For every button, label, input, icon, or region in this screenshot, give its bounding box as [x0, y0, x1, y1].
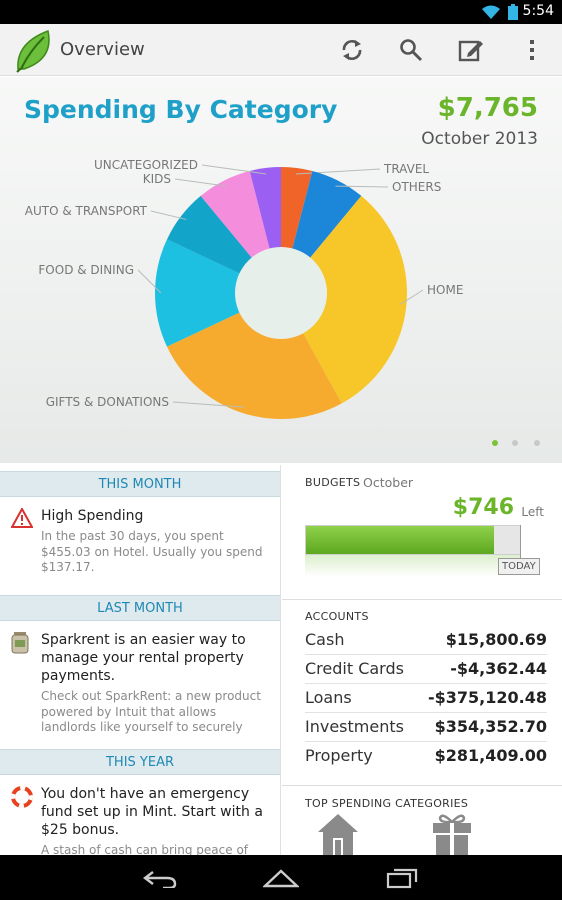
account-name: Loans — [305, 688, 352, 707]
pie-label: AUTO & TRANSPORT — [25, 204, 148, 218]
status-bar: 5:54 — [0, 0, 562, 24]
pie-label: OTHERS — [392, 180, 441, 194]
account-value: -$375,120.48 — [428, 688, 547, 707]
alert-title: You don't have an emergency fund set up … — [41, 786, 263, 838]
battery-icon — [508, 4, 518, 20]
gift-icon[interactable] — [432, 812, 472, 855]
account-row-property[interactable]: Property $281,409.00 — [305, 742, 547, 771]
donut-hole — [235, 247, 327, 339]
account-name: Investments — [305, 717, 404, 736]
pie-label: FOOD & DINING — [38, 263, 134, 277]
budget-progress-fill — [306, 526, 495, 554]
section-header-this-month: THIS MONTH — [0, 471, 280, 497]
status-time: 5:54 — [522, 3, 554, 19]
alert-body: Check out SparkRent: a new product power… — [41, 689, 261, 734]
refresh-button[interactable] — [336, 34, 368, 66]
budget-progress-bar[interactable] — [305, 525, 521, 555]
action-bar: Overview — [0, 24, 562, 76]
account-name: Cash — [305, 630, 345, 649]
section-header-this-year: THIS YEAR — [0, 749, 280, 775]
pie-leader-line — [174, 178, 227, 187]
back-button[interactable] — [140, 863, 180, 893]
budget-left-label: Left — [521, 505, 544, 519]
budgets-label: BUDGETS — [305, 476, 361, 489]
page-indicator-1 — [492, 440, 498, 446]
edit-button[interactable] — [455, 34, 487, 66]
budget-remaining-amount: $746 — [452, 495, 514, 520]
budget-bar-reflection — [305, 555, 521, 577]
home-button[interactable] — [261, 863, 301, 893]
pie-label: KIDS — [143, 172, 171, 186]
spending-donut-chart[interactable]: TRAVEL OTHERS HOME GIFTS & DONATIONS FOOD & … — [0, 77, 562, 463]
account-row-cash[interactable]: Cash $15,800.69 — [305, 626, 547, 655]
recent-apps-button[interactable] — [382, 863, 422, 893]
budgets-month: October — [363, 475, 414, 490]
page-indicator-3 — [534, 440, 540, 446]
top-spending-label: TOP SPENDING CATEGORIES — [305, 797, 469, 810]
overflow-menu-button[interactable] — [516, 34, 548, 66]
page-indicator-2 — [512, 440, 518, 446]
refresh-icon — [342, 39, 362, 61]
account-row-loans[interactable]: Loans -$375,120.48 — [305, 684, 547, 713]
alerts-feed[interactable]: THIS MONTH High Spending In the past 30 … — [0, 465, 281, 855]
pie-label: HOME — [427, 283, 463, 297]
summary-panel: BUDGETS October $746 Left TODAY ACCOUNTS… — [282, 465, 562, 855]
alert-body: In the past 30 days, you spent $455.03 o… — [41, 529, 263, 574]
alert-emergency-fund[interactable]: You don't have an emergency fund set up … — [0, 775, 280, 855]
recent-apps-icon — [386, 868, 418, 889]
divider — [282, 599, 562, 600]
money-jar-icon — [11, 632, 29, 654]
pie-label: TRAVEL — [383, 162, 429, 176]
alert-body: A stash of cash can bring peace of — [41, 843, 249, 855]
account-name: Property — [305, 746, 373, 765]
alert-high-spending[interactable]: High Spending In the past 30 days, you s… — [0, 497, 280, 595]
back-icon — [143, 871, 177, 888]
account-row-investments[interactable]: Investments $354,352.70 — [305, 713, 547, 742]
pie-leader-line — [150, 210, 187, 220]
alert-title: High Spending — [41, 508, 144, 524]
account-value: $281,409.00 — [434, 746, 547, 765]
nav-home-icon — [263, 869, 299, 888]
pie-label: GIFTS & DONATIONS — [46, 395, 169, 409]
wifi-icon — [482, 5, 500, 19]
spending-chart-panel[interactable]: Spending By Category $7,765 October 2013… — [0, 77, 562, 463]
account-value: -$4,362.44 — [450, 659, 547, 678]
lifebuoy-icon — [11, 786, 33, 808]
system-nav-bar — [0, 855, 562, 900]
section-header-last-month: LAST MONTH — [0, 595, 280, 621]
mint-leaf-logo-icon[interactable] — [14, 29, 52, 77]
account-value: $15,800.69 — [445, 630, 547, 649]
more-vertical-icon — [530, 40, 534, 60]
edit-icon — [458, 40, 483, 62]
account-value: $354,352.70 — [434, 717, 547, 736]
alert-sparkrent[interactable]: Sparkrent is an easier way to manage you… — [0, 621, 280, 749]
today-marker-line — [520, 525, 521, 559]
alert-title: Sparkrent is an easier way to manage you… — [41, 632, 246, 684]
accounts-label: ACCOUNTS — [305, 610, 369, 623]
divider — [282, 785, 562, 786]
pie-label: UNCATEGORIZED — [94, 158, 198, 172]
account-row-credit-cards[interactable]: Credit Cards -$4,362.44 — [305, 655, 547, 684]
search-icon — [400, 39, 423, 62]
warning-icon — [11, 508, 33, 528]
home-icon[interactable] — [317, 812, 359, 855]
account-name: Credit Cards — [305, 659, 404, 678]
search-button[interactable] — [395, 34, 427, 66]
screen-title: Overview — [60, 39, 145, 60]
today-marker: TODAY — [498, 558, 540, 575]
